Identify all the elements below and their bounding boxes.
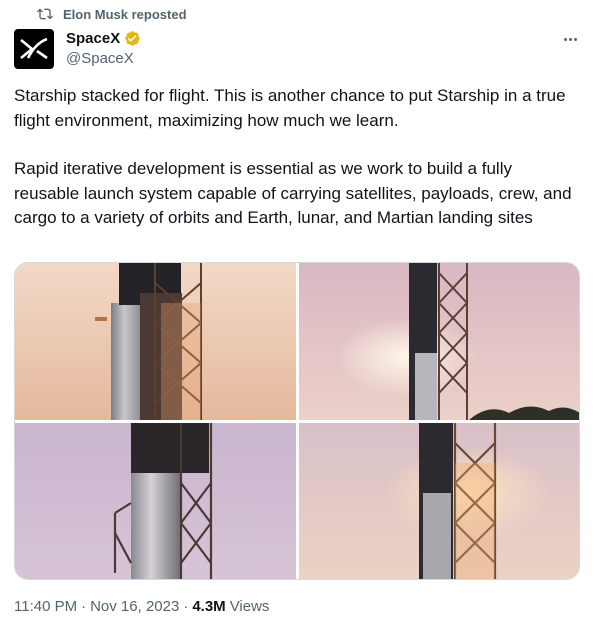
tweet-paragraph-1: Starship stacked for flight. This is ano… xyxy=(14,86,566,130)
verified-badge-icon xyxy=(125,31,140,46)
more-dot xyxy=(573,37,577,41)
views-count: 4.3M xyxy=(192,598,226,615)
repost-icon xyxy=(37,8,53,20)
tweet-paragraph-2: Rapid iterative development is essential… xyxy=(14,159,572,227)
meta-separator: · xyxy=(81,598,87,615)
tweet-time[interactable]: 11:40 PM xyxy=(14,598,77,615)
views-label: Views xyxy=(229,598,270,615)
more-dot xyxy=(563,37,567,41)
author-handle[interactable]: @SpaceX xyxy=(66,50,134,67)
meta-separator: · xyxy=(183,598,189,615)
starship-photo-2[interactable] xyxy=(299,263,579,420)
starship-photo-3[interactable] xyxy=(15,423,296,579)
repost-header: Elon Musk reposted xyxy=(37,6,187,22)
starship-photo-1[interactable] xyxy=(15,263,296,420)
tweet-text: Starship stacked for flight. This is ano… xyxy=(14,84,574,231)
tweet-date[interactable]: Nov 16, 2023 xyxy=(90,598,179,615)
more-dot xyxy=(568,37,572,41)
author-name[interactable]: SpaceX xyxy=(66,30,141,47)
author-name-text[interactable]: SpaceX xyxy=(66,30,120,47)
tweet-meta: 11:40 PM · Nov 16, 2023 · 4.3M Views xyxy=(14,598,269,615)
starship-photo-4[interactable] xyxy=(299,423,579,579)
more-options-button[interactable] xyxy=(558,30,582,48)
media-grid xyxy=(14,262,580,580)
spacex-logo-icon xyxy=(20,38,48,60)
repost-label[interactable]: Elon Musk reposted xyxy=(63,7,187,22)
avatar[interactable] xyxy=(14,29,54,69)
